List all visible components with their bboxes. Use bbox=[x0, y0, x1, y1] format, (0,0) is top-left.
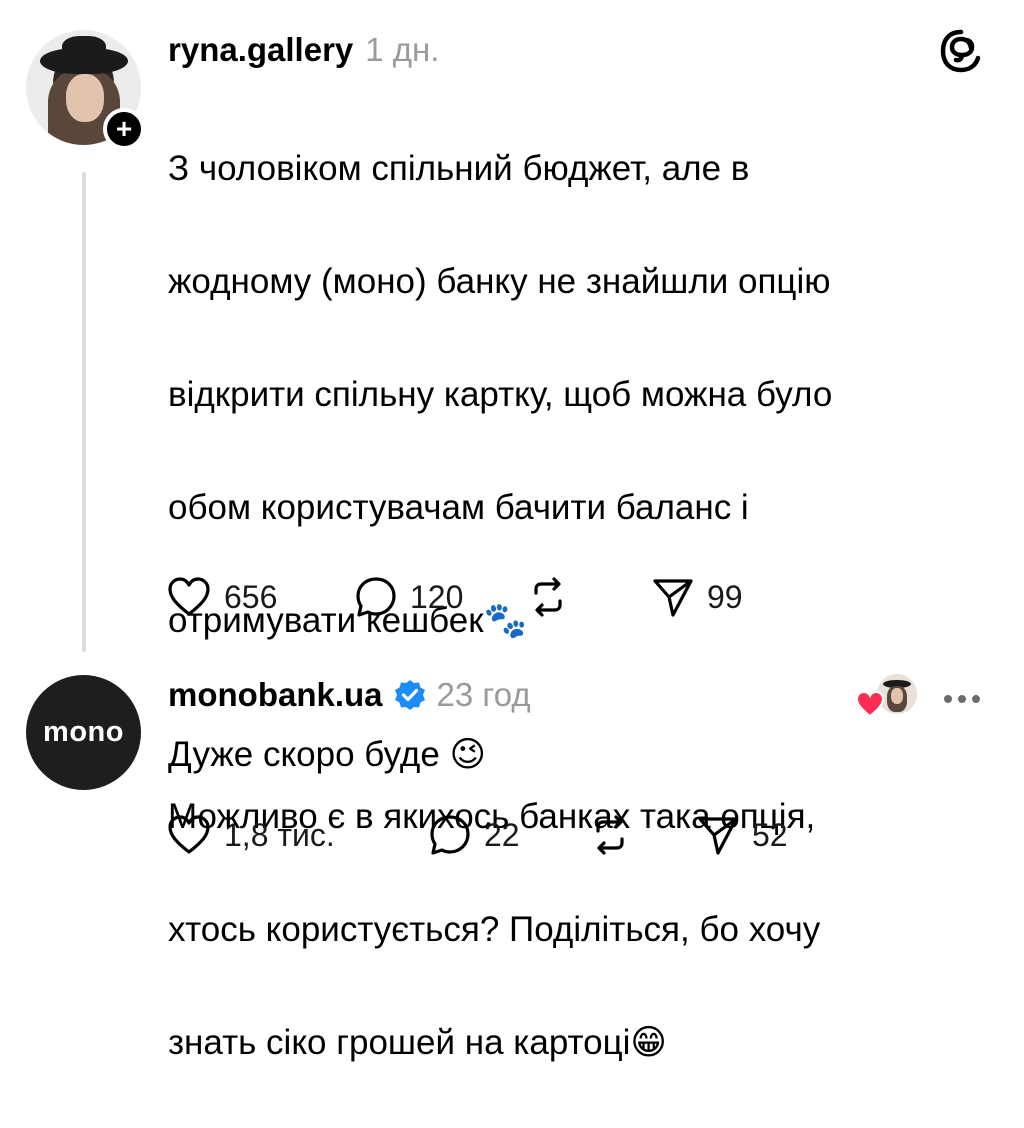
send-icon bbox=[696, 813, 740, 857]
heart-icon bbox=[166, 576, 212, 618]
like-count: 656 bbox=[224, 579, 277, 616]
post-line: З чоловіком спільний бюджет, але в bbox=[168, 141, 978, 198]
verified-badge-icon bbox=[393, 678, 427, 712]
reply-count: 120 bbox=[410, 579, 463, 616]
reply-timestamp[interactable]: 23 год bbox=[437, 676, 531, 714]
heart-reaction-icon bbox=[855, 690, 885, 718]
more-icon[interactable] bbox=[944, 690, 986, 708]
share-button[interactable]: 99 bbox=[651, 572, 743, 622]
liked-by-author-indicator[interactable] bbox=[855, 674, 919, 718]
repost-button[interactable] bbox=[526, 572, 570, 622]
heart-icon bbox=[166, 814, 212, 856]
share-count: 52 bbox=[752, 817, 788, 854]
author-username[interactable]: ryna.gallery bbox=[168, 31, 353, 69]
post-line: обом користувачам бачити баланс і bbox=[168, 480, 978, 537]
like-button[interactable]: 1,8 тис. bbox=[166, 810, 335, 860]
reply-button[interactable]: 22 bbox=[428, 810, 520, 860]
reply-actions: 1,8 тис. 22 52 bbox=[166, 810, 966, 860]
post-paragraph-2: Можливо є в якихось банках така опція, х… bbox=[168, 733, 978, 1128]
reply-text: Дуже скоро буде 😉 bbox=[168, 727, 978, 784]
brand-avatar[interactable]: mono bbox=[26, 675, 141, 790]
repost-button[interactable] bbox=[588, 810, 632, 860]
share-count: 99 bbox=[707, 579, 743, 616]
like-count: 1,8 тис. bbox=[224, 817, 335, 854]
share-button[interactable]: 52 bbox=[696, 810, 788, 860]
avatar-brand-text: mono bbox=[43, 716, 124, 749]
post-line: відкрити спільну картку, щоб можна було bbox=[168, 367, 978, 424]
author-username[interactable]: monobank.ua bbox=[168, 676, 383, 714]
comment-icon bbox=[354, 575, 398, 619]
post-timestamp[interactable]: 1 дн. bbox=[365, 31, 439, 69]
like-button[interactable]: 656 bbox=[166, 572, 277, 622]
post-line: хтось користується? Поділіться, бо хочу bbox=[168, 902, 978, 959]
post-line: жодному (моно) банку не знайшли опцію bbox=[168, 254, 978, 311]
reply-body: Дуже скоро буде 😉 bbox=[168, 727, 978, 784]
repost-icon bbox=[526, 575, 570, 619]
thread-connector-line bbox=[82, 172, 86, 652]
follow-plus-icon[interactable]: + bbox=[103, 108, 145, 150]
repost-icon bbox=[588, 813, 632, 857]
comment-icon bbox=[428, 813, 472, 857]
post-header: ryna.gallery 1 дн. bbox=[168, 26, 439, 74]
reply-count: 22 bbox=[484, 817, 520, 854]
post-line: знать сіко грошей на картоці😁 bbox=[168, 1015, 978, 1072]
send-icon bbox=[651, 575, 695, 619]
reply-button[interactable]: 120 bbox=[354, 572, 463, 622]
threads-logo-icon[interactable] bbox=[938, 28, 984, 74]
reply-header: monobank.ua 23 год bbox=[168, 670, 531, 720]
post-actions: 656 120 99 bbox=[166, 572, 966, 622]
